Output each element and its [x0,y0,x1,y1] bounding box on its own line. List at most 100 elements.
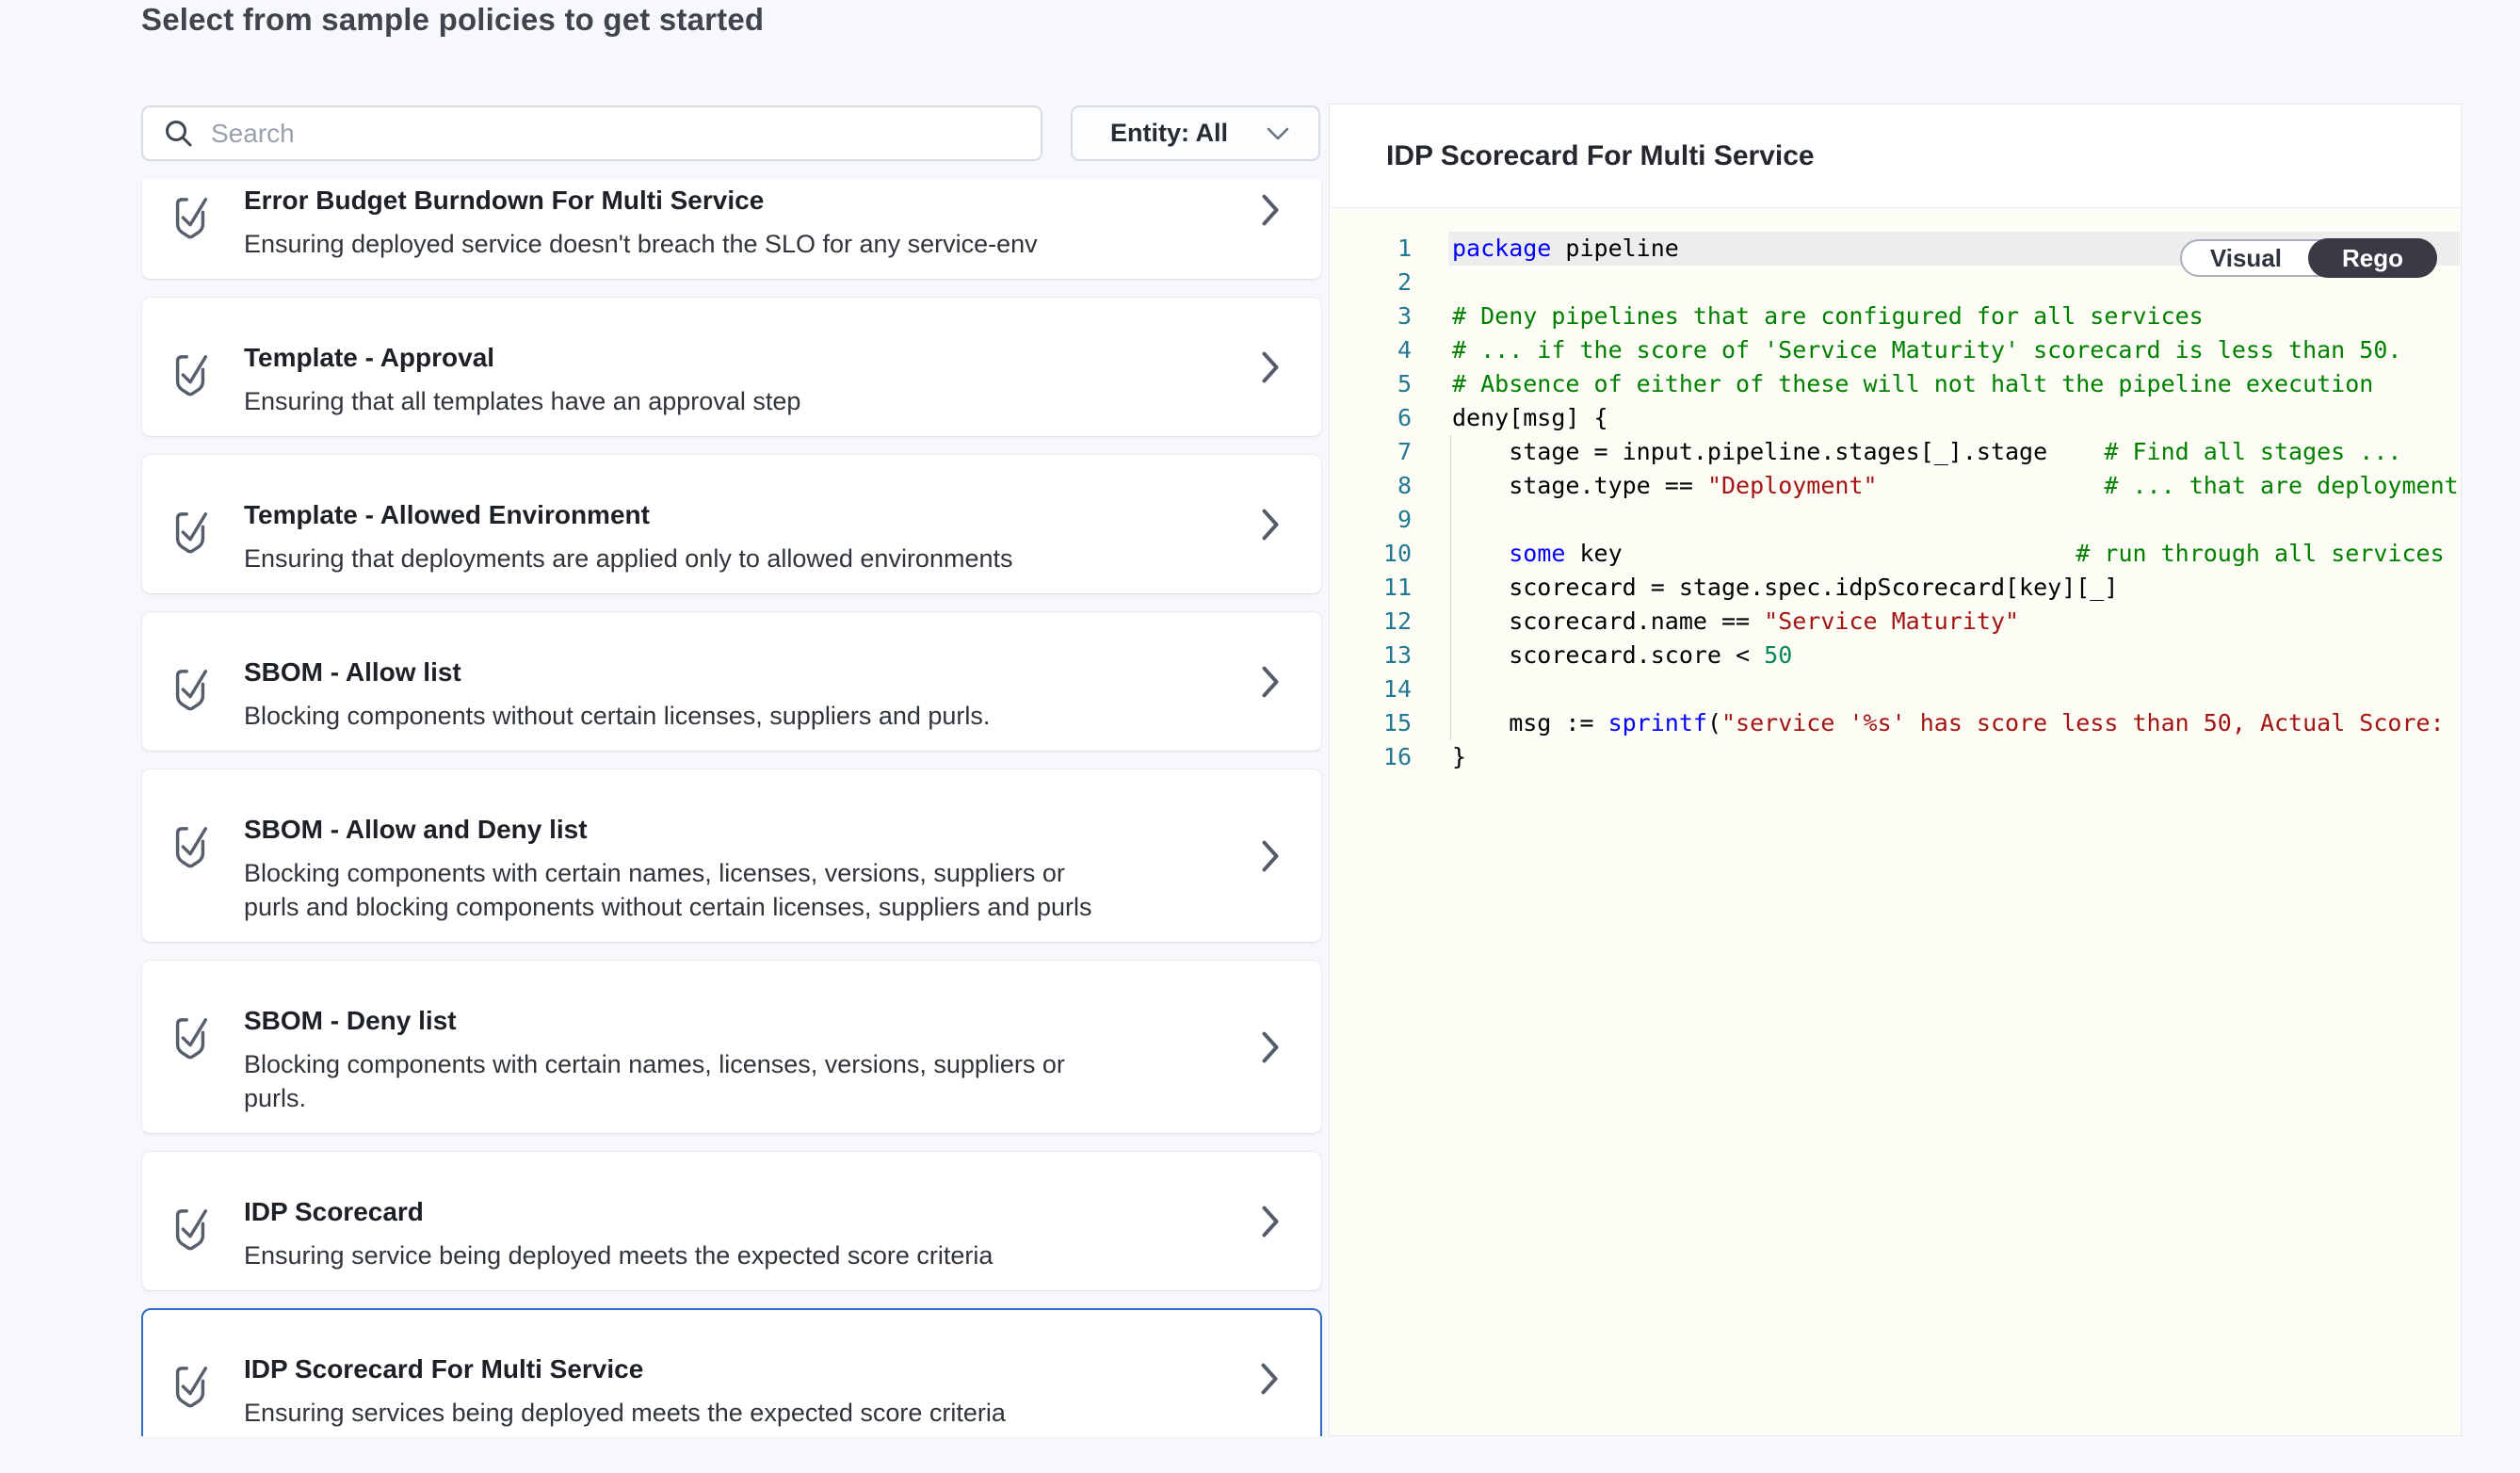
policy-title: Template - Allowed Environment [244,500,1208,530]
policy-card[interactable]: Error Budget Burndown For Multi Service … [141,180,1322,280]
policy-card-text: SBOM - Allow list Blocking components wi… [244,657,1208,733]
policy-card[interactable]: SBOM - Allow and Deny list Blocking comp… [141,769,1322,943]
line-number: 14 [1331,672,1448,706]
policy-description: Ensuring services being deployed meets t… [244,1396,1120,1430]
code-line[interactable]: 8 stage.type == "Deployment" # ... that … [1331,469,2460,503]
policy-description: Ensuring that deployments are applied on… [244,542,1120,575]
code-line-content: # ... if the score of 'Service Maturity'… [1448,333,2460,367]
policy-card[interactable]: IDP Scorecard Ensuring service being dep… [141,1151,1322,1291]
detail-title: IDP Scorecard For Multi Service [1386,140,1815,172]
code-line-content: deny[msg] { [1448,401,2460,435]
code-line[interactable]: 7 stage = input.pipeline.stages[_].stage… [1331,435,2460,469]
code-line[interactable]: 15 msg := sprintf("service '%s' has scor… [1331,706,2460,740]
chevron-down-icon [1266,126,1290,141]
policy-card-text: Template - Allowed Environment Ensuring … [244,500,1208,575]
code-line[interactable]: 6deny[msg] { [1331,401,2460,435]
line-number: 11 [1331,571,1448,605]
chevron-right-icon [1261,1031,1280,1063]
code-line[interactable]: 16} [1331,740,2460,774]
shield-check-icon [169,663,212,718]
chevron-right-icon [1261,1206,1280,1238]
policy-card-text: SBOM - Deny list Blocking components wit… [244,1006,1208,1115]
chevron-right-icon [1261,509,1280,541]
shield-check-icon [169,348,212,403]
code-line-content: some key # run through all services [1448,537,2460,571]
policy-card-text: IDP Scorecard Ensuring service being dep… [244,1197,1208,1272]
search-box[interactable] [141,105,1042,161]
policy-card[interactable]: Template - Approval Ensuring that all te… [141,297,1322,437]
code-line-content: stage.type == "Deployment" # ... that ar… [1448,469,2460,503]
policy-card-text: IDP Scorecard For Multi Service Ensuring… [244,1354,1208,1430]
policy-title: Error Budget Burndown For Multi Service [244,186,1208,216]
line-number: 8 [1331,469,1448,503]
line-number: 7 [1331,435,1448,469]
line-number: 15 [1331,706,1448,740]
code-line-content [1448,503,2460,537]
indent-guide [1450,435,1451,740]
policy-title: Template - Approval [244,343,1208,373]
page-title: Select from sample policies to get start… [141,2,764,38]
line-number: 3 [1331,299,1448,333]
code-line-content [1448,672,2460,706]
code-line-content: # Absence of either of these will not ha… [1448,367,2460,401]
visual-toggle-button[interactable]: Visual [2182,241,2310,275]
view-mode-toggle: Visual Rego [2180,239,2437,277]
entity-filter-label: Entity: All [1110,119,1228,148]
policy-description: Blocking components without certain lice… [244,699,1120,733]
rego-toggle-button[interactable]: Rego [2308,238,2437,278]
shield-check-icon [169,820,212,875]
code-line[interactable]: 13 scorecard.score < 50 [1331,639,2460,672]
line-number: 13 [1331,639,1448,672]
code-line-content: stage = input.pipeline.stages[_].stage #… [1448,435,2460,469]
code-line-content: msg := sprintf("service '%s' has score l… [1448,706,2460,740]
line-number: 5 [1331,367,1448,401]
entity-filter-dropdown[interactable]: Entity: All [1071,105,1320,161]
policy-card-text: Error Budget Burndown For Multi Service … [244,186,1208,261]
code-line-content: scorecard.score < 50 [1448,639,2460,672]
code-line[interactable]: 11 scorecard = stage.spec.idpScorecard[k… [1331,571,2460,605]
search-input[interactable] [211,119,1022,149]
code-editor[interactable]: 1package pipeline23# Deny pipelines that… [1331,209,2460,1434]
code-line-content: } [1448,740,2460,774]
chevron-right-icon [1261,840,1280,872]
policy-description: Blocking components with certain names, … [244,1047,1120,1115]
code-line[interactable]: 5# Absence of either of these will not h… [1331,367,2460,401]
policy-title: IDP Scorecard For Multi Service [244,1354,1208,1384]
policy-title: SBOM - Allow and Deny list [244,815,1208,845]
shield-check-icon [169,191,212,246]
code-lines: 1package pipeline23# Deny pipelines that… [1331,209,2460,774]
policy-title: SBOM - Allow list [244,657,1208,688]
code-line[interactable]: 3# Deny pipelines that are configured fo… [1331,299,2460,333]
line-number: 10 [1331,537,1448,571]
policy-card[interactable]: SBOM - Allow list Blocking components wi… [141,611,1322,752]
line-number: 16 [1331,740,1448,774]
line-number: 12 [1331,605,1448,639]
code-line-content: scorecard.name == "Service Maturity" [1448,605,2460,639]
policy-list: Error Budget Burndown For Multi Service … [141,180,1322,1436]
line-number: 6 [1331,401,1448,435]
line-number: 9 [1331,503,1448,537]
code-line[interactable]: 14 [1331,672,2460,706]
shield-check-icon [169,506,212,560]
policy-title: IDP Scorecard [244,1197,1208,1227]
shield-check-icon [169,1203,212,1257]
search-icon [162,117,196,151]
shield-check-icon [169,1012,212,1066]
line-number: 1 [1331,232,1448,266]
policy-card[interactable]: IDP Scorecard For Multi Service Ensuring… [141,1308,1322,1436]
code-line[interactable]: 9 [1331,503,2460,537]
code-line[interactable]: 12 scorecard.name == "Service Maturity" [1331,605,2460,639]
code-line-content: scorecard = stage.spec.idpScorecard[key]… [1448,571,2460,605]
policy-title: SBOM - Deny list [244,1006,1208,1036]
code-line[interactable]: 10 some key # run through all services [1331,537,2460,571]
policy-card[interactable]: Template - Allowed Environment Ensuring … [141,454,1322,594]
toolbar: Entity: All [141,105,1320,161]
code-line[interactable]: 4# ... if the score of 'Service Maturity… [1331,333,2460,367]
policy-card-text: Template - Approval Ensuring that all te… [244,343,1208,418]
policy-description: Ensuring that all templates have an appr… [244,384,1120,418]
chevron-right-icon [1261,351,1280,383]
policy-description: Blocking components with certain names, … [244,856,1120,924]
policy-description: Ensuring deployed service doesn't breach… [244,227,1120,261]
detail-header: IDP Scorecard For Multi Service [1330,105,2461,208]
policy-card[interactable]: SBOM - Deny list Blocking components wit… [141,960,1322,1134]
